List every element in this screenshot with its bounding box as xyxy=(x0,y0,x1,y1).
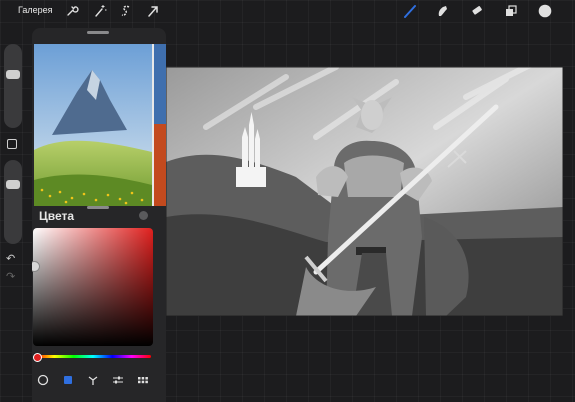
brush-size-thumb[interactable] xyxy=(6,70,20,79)
color-modes xyxy=(32,371,166,389)
wrench-icon[interactable] xyxy=(64,3,80,19)
color-picker-square[interactable] xyxy=(32,228,153,346)
eyedropper-button[interactable] xyxy=(7,139,17,149)
harmony-icon[interactable] xyxy=(86,373,100,387)
gallery-button[interactable]: Галерея xyxy=(18,5,53,15)
transform-arrow-icon[interactable] xyxy=(145,3,161,19)
undo-icon[interactable]: ↶ xyxy=(6,252,15,265)
layers-icon[interactable] xyxy=(503,3,519,19)
color-swatch-icon[interactable] xyxy=(537,3,553,19)
smudge-icon[interactable] xyxy=(434,3,450,19)
brush-icon[interactable] xyxy=(402,3,418,19)
color-picker-knob[interactable] xyxy=(32,261,40,272)
reference-image xyxy=(32,40,166,208)
top-toolbar: Галерея xyxy=(0,0,575,22)
colors-options-dot[interactable] xyxy=(139,211,148,220)
redo-icon[interactable]: ↷ xyxy=(6,270,15,283)
artwork-canvas[interactable] xyxy=(166,67,563,316)
colors-panel-handle[interactable] xyxy=(87,206,109,209)
opacity-slider[interactable] xyxy=(4,160,22,244)
eraser-icon[interactable] xyxy=(469,3,485,19)
disc-icon[interactable] xyxy=(36,373,50,387)
value-icon[interactable] xyxy=(111,373,125,387)
opacity-thumb[interactable] xyxy=(6,180,20,189)
panel-handle[interactable] xyxy=(87,31,109,34)
colors-title: Цвета xyxy=(39,209,75,223)
classic-icon[interactable] xyxy=(61,373,75,387)
left-sidebar: ↶ ↷ xyxy=(4,44,22,292)
palettes-icon[interactable] xyxy=(136,373,150,387)
selection-icon[interactable] xyxy=(118,3,134,19)
hue-slider-knob[interactable] xyxy=(33,353,42,362)
magic-wand-icon[interactable] xyxy=(92,3,108,19)
brush-size-slider[interactable] xyxy=(4,44,22,128)
hue-slider[interactable] xyxy=(35,355,151,358)
colors-panel: Цвета xyxy=(32,28,166,402)
